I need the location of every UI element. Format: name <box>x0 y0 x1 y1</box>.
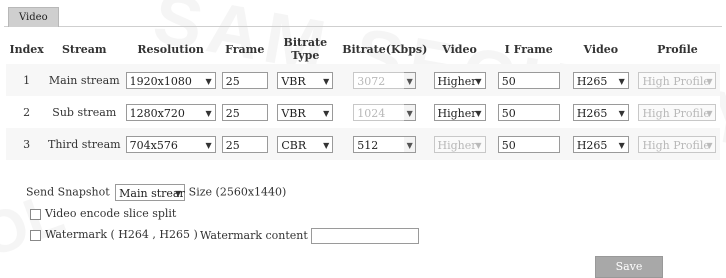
col-header-index: Index <box>9 42 44 56</box>
slice-split-checkbox[interactable] <box>30 208 41 220</box>
col-header-resolution: Resolution <box>137 42 204 56</box>
watermark-content-row: Watermark content <box>200 228 420 244</box>
codec-select[interactable]: H265 ▼ <box>572 135 629 153</box>
chevron-down-icon: ▼ <box>205 108 212 118</box>
snapshot-stream-select[interactable]: Main strear ▼ <box>115 184 186 201</box>
chevron-down-icon: ▼ <box>205 76 212 86</box>
col-header-iframe: I Frame <box>504 42 553 56</box>
frame-input[interactable]: 25 <box>221 71 268 89</box>
video-quality-select[interactable]: Higher ▼ <box>433 71 486 89</box>
video-quality-select[interactable]: Higher ▼ <box>433 103 486 121</box>
video-quality-value: Higher <box>437 138 477 152</box>
col-header-video-codec: Video <box>583 42 619 56</box>
chevron-down-icon: ▼ <box>323 140 330 150</box>
resolution-value: 704x576 <box>129 138 178 152</box>
resolution-value: 1280x720 <box>129 106 185 120</box>
save-button[interactable]: Save <box>595 256 663 278</box>
watermark-content-input[interactable] <box>311 228 420 244</box>
bitrate-type-select[interactable]: VBR ▼ <box>277 71 334 89</box>
resolution-select[interactable]: 704x576 ▼ <box>125 135 216 153</box>
codec-value: H265 <box>576 106 608 120</box>
watermark-checkbox[interactable] <box>30 229 41 241</box>
tab-bar: Video <box>4 4 722 27</box>
profile-select[interactable]: High Profile ▼ <box>638 71 717 89</box>
frame-input[interactable]: 25 <box>221 103 268 121</box>
chevron-down-icon: ▼ <box>706 108 713 118</box>
slice-split-label: Video encode slice split <box>45 207 177 220</box>
table-row: 2 Sub stream 1280x720 ▼ 25 VBR ▼ 1024 ▼ Hig… <box>6 96 720 128</box>
bitrate-input[interactable]: 3072 <box>353 71 406 89</box>
col-header-frame: Frame <box>225 42 265 56</box>
bitrate-dropdown-toggle[interactable]: ▼ <box>404 71 417 89</box>
iframe-input[interactable]: 50 <box>497 103 560 121</box>
chevron-down-icon: ▼ <box>323 76 330 86</box>
send-snapshot-row: Send Snapshot Main strear ▼ Size (2560x14… <box>26 184 286 201</box>
chevron-down-icon: ▼ <box>205 140 212 150</box>
watermark-content-label: Watermark content <box>200 229 308 242</box>
size-value: (2560x1440) <box>215 185 287 199</box>
profile-select[interactable]: High Profile ▼ <box>638 103 717 121</box>
chevron-down-icon: ▼ <box>475 76 482 86</box>
bitrate-input[interactable]: 1024 <box>353 103 406 121</box>
chevron-down-icon: ▼ <box>618 76 625 86</box>
row-stream-name: Main stream <box>47 64 122 96</box>
size-label: Size <box>188 185 213 199</box>
video-quality-value: Higher <box>437 74 477 88</box>
codec-select[interactable]: H265 ▼ <box>572 103 629 121</box>
iframe-input[interactable]: 50 <box>497 71 560 89</box>
profile-value: High Profile <box>642 138 710 152</box>
chevron-down-icon: ▼ <box>706 76 713 86</box>
chevron-down-icon: ▼ <box>323 108 330 118</box>
tab-video[interactable]: Video <box>8 7 59 27</box>
row-stream-name: Sub stream <box>47 96 122 128</box>
chevron-down-icon: ▼ <box>706 140 713 150</box>
bitrate-type-value: CBR <box>281 138 307 152</box>
col-header-video-quality: Video <box>442 42 477 56</box>
col-header-bitrate: Bitrate(Kbps) <box>342 42 428 56</box>
chevron-down-icon: ▼ <box>175 189 182 198</box>
video-quality-select[interactable]: Higher ▼ <box>433 135 486 153</box>
watermark-label: Watermark ( H264 , H265 ) <box>45 228 198 241</box>
iframe-input[interactable]: 50 <box>497 135 560 153</box>
row-index: 3 <box>6 128 48 160</box>
bitrate-type-value: VBR <box>281 106 306 120</box>
row-stream-name: Third stream <box>47 128 122 160</box>
row-index: 2 <box>6 96 48 128</box>
chevron-down-icon: ▼ <box>475 140 482 150</box>
bitrate-input[interactable]: 512 <box>353 135 406 153</box>
chevron-down-icon: ▼ <box>475 108 482 118</box>
codec-select[interactable]: H265 ▼ <box>572 71 629 89</box>
profile-value: High Profile <box>642 106 710 120</box>
table-row: 1 Main stream 1920x1080 ▼ 25 VBR ▼ 3072 ▼ H… <box>6 64 720 96</box>
profile-value: High Profile <box>642 74 710 88</box>
slice-split-row: Video encode slice split <box>30 207 176 220</box>
resolution-select[interactable]: 1280x720 ▼ <box>125 103 216 121</box>
stream-settings-table: Index Stream Resolution Frame Bitrate Ty… <box>6 34 720 160</box>
codec-value: H265 <box>576 74 608 88</box>
chevron-down-icon: ▼ <box>618 108 625 118</box>
resolution-select[interactable]: 1920x1080 ▼ <box>125 71 216 89</box>
table-header-row: Index Stream Resolution Frame Bitrate Ty… <box>6 34 720 64</box>
watermark-row: Watermark ( H264 , H265 ) <box>30 228 198 241</box>
profile-select[interactable]: High Profile ▼ <box>638 135 717 153</box>
row-index: 1 <box>6 64 48 96</box>
col-header-stream: Stream <box>61 42 107 56</box>
bitrate-dropdown-toggle[interactable]: ▼ <box>404 103 417 121</box>
video-quality-value: Higher <box>437 106 477 120</box>
bitrate-type-select[interactable]: VBR ▼ <box>277 103 334 121</box>
resolution-value: 1920x1080 <box>129 74 192 88</box>
frame-input[interactable]: 25 <box>221 135 268 153</box>
codec-value: H265 <box>576 138 608 152</box>
chevron-down-icon: ▼ <box>618 140 625 150</box>
send-snapshot-label: Send Snapshot <box>26 185 110 199</box>
bitrate-type-value: VBR <box>281 74 306 88</box>
col-header-bitrate-type: Bitrate Type <box>283 36 328 62</box>
bitrate-dropdown-toggle[interactable]: ▼ <box>404 135 417 153</box>
bitrate-type-select[interactable]: CBR ▼ <box>277 135 334 153</box>
col-header-profile: Profile <box>657 42 698 56</box>
table-row: 3 Third stream 704x576 ▼ 25 CBR ▼ 512 ▼ Hig… <box>6 128 720 160</box>
